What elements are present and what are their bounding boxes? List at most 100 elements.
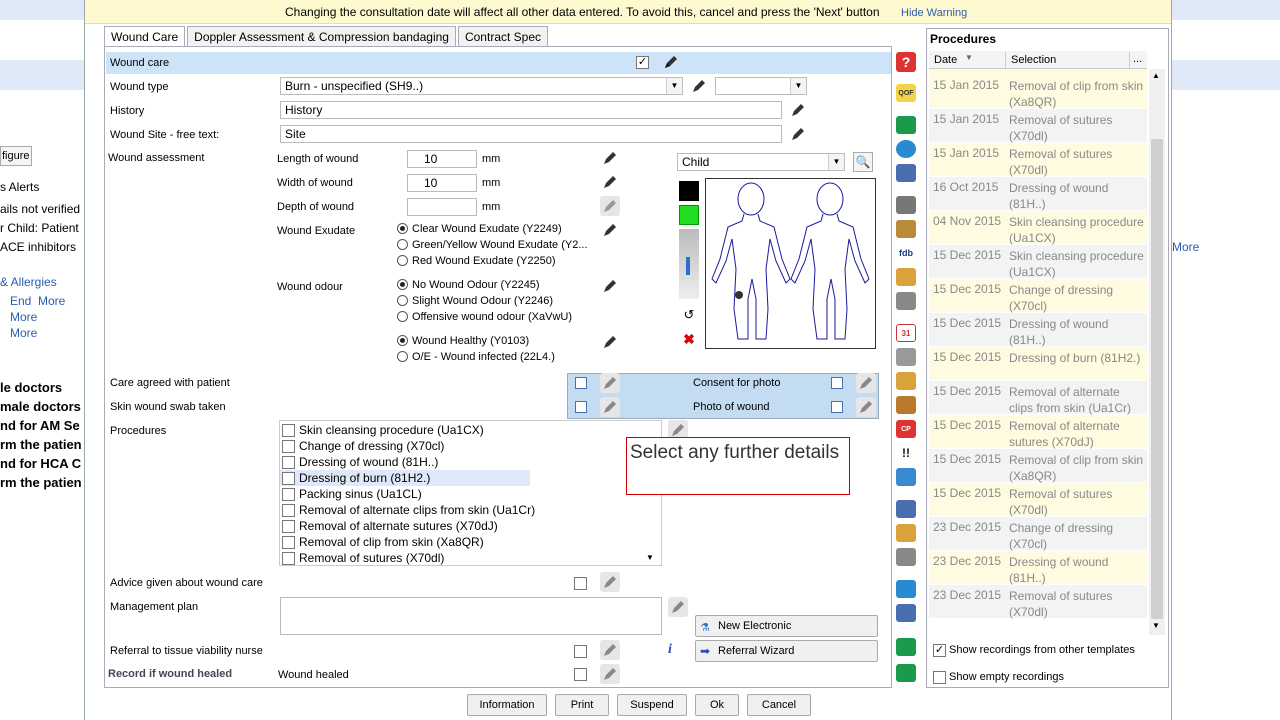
tab-contract-spec[interactable]: Contract Spec xyxy=(457,26,549,46)
length-input[interactable]: 10 xyxy=(407,150,477,168)
ok-button[interactable]: Ok xyxy=(695,694,739,716)
envelope-icon[interactable] xyxy=(896,524,916,542)
depth-input[interactable] xyxy=(407,198,477,216)
pen-icon[interactable] xyxy=(788,124,808,144)
col-date[interactable]: Date xyxy=(934,54,957,66)
pen-icon[interactable] xyxy=(668,597,688,617)
figure-button[interactable]: figure xyxy=(0,146,32,166)
pen-icon[interactable] xyxy=(600,640,620,660)
pen-icon[interactable] xyxy=(600,373,620,393)
exudate-radio-green[interactable] xyxy=(397,239,408,250)
share-icon[interactable] xyxy=(896,396,916,414)
list-item[interactable]: Skin cleansing procedure (Ua1CX) xyxy=(280,422,484,438)
odour-radio-none[interactable] xyxy=(397,279,408,290)
odour-radio-slight[interactable] xyxy=(397,295,408,306)
checkbox[interactable] xyxy=(282,551,295,565)
table-row[interactable]: 15 Dec 2015 Removal of alternate clips fr… xyxy=(929,381,1147,415)
globe-icon[interactable] xyxy=(896,140,916,158)
pen-icon[interactable] xyxy=(600,148,620,168)
bottle-icon[interactable] xyxy=(896,196,916,214)
table-row[interactable]: 15 Dec 2015 Change of dressing (X70cl) xyxy=(929,279,1147,313)
list-item[interactable]: Packing sinus (Ua1CL) xyxy=(280,486,422,502)
pen-icon[interactable] xyxy=(600,397,620,417)
pen-icon[interactable] xyxy=(600,220,620,240)
color-green-swatch[interactable] xyxy=(679,205,699,225)
clear-icon[interactable]: ✖ xyxy=(679,331,699,347)
more-link[interactable]: More xyxy=(10,310,37,324)
qof-icon[interactable]: QOF xyxy=(896,84,916,102)
pen-icon[interactable] xyxy=(600,172,620,192)
notes-icon[interactable] xyxy=(896,372,916,390)
list-item-selected[interactable]: Dressing of burn (81H2.) xyxy=(280,470,530,486)
pen-icon[interactable] xyxy=(600,276,620,296)
green-folder-icon[interactable] xyxy=(896,116,916,134)
tab-doppler[interactable]: Doppler Assessment & Compression bandagi… xyxy=(187,26,456,46)
show-other-checkbox[interactable]: ✓ xyxy=(933,644,946,657)
table-row[interactable]: 15 Dec 2015 Dressing of wound (81H..) xyxy=(929,313,1147,347)
exudate-radio-red[interactable] xyxy=(397,255,408,266)
fdb-icon[interactable]: fdb xyxy=(896,244,916,262)
exit-icon[interactable] xyxy=(896,638,916,656)
col-more[interactable]: ... xyxy=(1133,53,1142,65)
health-radio-healthy[interactable] xyxy=(397,335,408,346)
checkbox[interactable] xyxy=(282,471,295,485)
color-black-swatch[interactable] xyxy=(679,181,699,201)
list-item[interactable]: Removal of alternate sutures (X70dJ) xyxy=(280,518,498,534)
table-row[interactable]: 15 Dec 2015 Skin cleansing procedure (Ua1… xyxy=(929,245,1147,279)
checkbox[interactable] xyxy=(282,423,295,437)
table-row[interactable]: 23 Dec 2015 Change of dressing (X70cl) xyxy=(929,517,1147,551)
table-row[interactable]: 15 Dec 2015 Removal of clip from skin (Xa… xyxy=(929,449,1147,483)
consent-photo-checkbox[interactable] xyxy=(831,377,843,389)
table-row[interactable]: 23 Dec 2015 Dressing of wound (81H..) xyxy=(929,551,1147,585)
checkbox[interactable] xyxy=(282,503,295,517)
checkbox[interactable] xyxy=(282,487,295,501)
info-icon[interactable]: i xyxy=(668,642,672,658)
history-input[interactable]: History xyxy=(280,101,782,119)
alert-icon[interactable]: !! xyxy=(896,444,916,462)
swab-checkbox[interactable] xyxy=(575,401,587,413)
pen-icon[interactable] xyxy=(600,572,620,592)
wound-healed-checkbox[interactable] xyxy=(574,668,587,681)
wound-type-qualifier-select[interactable]: ▼ xyxy=(715,77,807,95)
pen-icon[interactable] xyxy=(689,76,709,96)
list-item[interactable]: Dressing of wound (81H..) xyxy=(280,454,438,470)
cancel-button[interactable]: Cancel xyxy=(747,694,811,716)
information-button[interactable]: Information xyxy=(467,694,547,716)
more-link[interactable]: More xyxy=(10,326,37,340)
pen-icon[interactable] xyxy=(600,332,620,352)
scroll-down-icon[interactable]: ▼ xyxy=(1152,621,1160,630)
table-row[interactable]: 23 Dec 2015 Removal of sutures (X70dl) xyxy=(929,585,1147,619)
wound-site-input[interactable]: Site xyxy=(280,125,782,143)
photo-wound-checkbox[interactable] xyxy=(831,401,843,413)
list-item[interactable]: Removal of sutures (X70dl) xyxy=(280,550,444,566)
slider-thumb[interactable] xyxy=(686,257,690,275)
warning-icon[interactable] xyxy=(896,268,916,286)
brush-size-slider[interactable] xyxy=(679,229,699,299)
checkbox[interactable] xyxy=(282,535,295,549)
pen-icon[interactable] xyxy=(788,100,808,120)
wound-care-checkbox[interactable]: ✓ xyxy=(636,56,649,69)
calendar-icon[interactable]: 31 xyxy=(896,324,916,342)
scroll-down-icon[interactable]: ▼ xyxy=(646,553,654,562)
flask-icon[interactable] xyxy=(896,580,916,598)
list-item[interactable]: Removal of alternate clips from skin (Ua… xyxy=(280,502,535,518)
table-row[interactable]: 15 Dec 2015 Removal of alternate sutures … xyxy=(929,415,1147,449)
col-selection[interactable]: Selection xyxy=(1011,54,1056,66)
sort-desc-icon[interactable]: ▼ xyxy=(965,53,973,62)
more-link[interactable]: More xyxy=(1172,240,1199,254)
checkbox[interactable] xyxy=(282,439,295,453)
end-link[interactable]: End xyxy=(10,294,31,308)
pen-icon[interactable] xyxy=(856,373,876,393)
printer-icon[interactable] xyxy=(896,292,916,310)
health-radio-infected[interactable] xyxy=(397,351,408,362)
pen-icon[interactable] xyxy=(600,664,620,684)
table-row[interactable]: 16 Oct 2015 Dressing of wound (81H..) xyxy=(929,177,1147,211)
tab-wound-care[interactable]: Wound Care xyxy=(104,26,186,47)
suspend-button[interactable]: Suspend xyxy=(617,694,687,716)
table-row[interactable]: 04 Nov 2015 Skin cleansing procedure (Ua1… xyxy=(929,211,1147,245)
show-empty-checkbox[interactable] xyxy=(933,671,946,684)
body-map-canvas[interactable] xyxy=(705,178,876,349)
advice-checkbox[interactable] xyxy=(574,577,587,590)
table-row[interactable]: 15 Jan 2015 Removal of sutures (X70dl) xyxy=(929,143,1147,177)
pen-icon[interactable] xyxy=(856,397,876,417)
